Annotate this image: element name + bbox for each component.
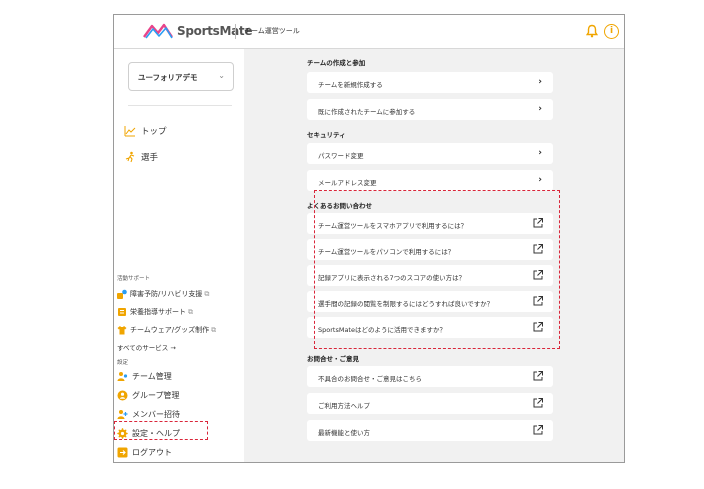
team-selector-value: ユーフォリアデモ	[138, 73, 198, 82]
external-link-icon: ⧉	[188, 307, 193, 316]
top-bar: SportsMate チーム運営ツール i	[114, 15, 624, 49]
contact-row[interactable]: ご利用方法ヘルプ	[307, 393, 553, 414]
chart-icon	[124, 126, 136, 137]
sidebar-item-top[interactable]: トップ	[124, 125, 167, 137]
sidebar-item-team-management[interactable]: チーム管理	[117, 371, 172, 382]
sidebar-item-players[interactable]: 選手	[124, 151, 158, 163]
group-icon	[117, 390, 128, 401]
row-label: メールアドレス変更	[318, 179, 377, 187]
sidebar-item-group-management[interactable]: グループ管理	[117, 390, 180, 401]
sidebar-item-label: ログアウト	[132, 448, 172, 457]
all-services-link[interactable]: すべてのサービス →	[117, 342, 176, 352]
sidebar-item-label: 障害予防/リハビリ支援	[130, 290, 203, 298]
sidebar-item-label: 選手	[141, 153, 159, 163]
logout-icon	[117, 447, 128, 458]
password-change-row[interactable]: パスワード変更 ›	[307, 143, 553, 164]
contact-row[interactable]: 不具合のお問合せ・ご意見はこちら	[307, 366, 553, 387]
sidebar-item-label: メンバー招待	[132, 410, 180, 419]
nutrition-icon	[118, 308, 126, 316]
invite-icon	[117, 410, 128, 419]
external-link-icon: ⧉	[204, 289, 210, 298]
external-link-icon	[533, 425, 543, 435]
row-label: チームを新規作成する	[318, 81, 383, 89]
sidebar-item-teamwear[interactable]: チームウェア/グッズ制作 ⧉	[117, 325, 216, 335]
app-name: チーム運営ツール	[244, 27, 300, 35]
team-selector[interactable]: ユーフォリアデモ ⌄	[128, 62, 234, 91]
settings-help-highlight-box	[114, 421, 208, 440]
external-link-icon: ⧉	[211, 325, 217, 334]
create-team-row[interactable]: チームを新規作成する ›	[307, 72, 553, 93]
row-label: 不具合のお問合せ・ご意見はこちら	[318, 375, 422, 383]
contact-row[interactable]: 最新機能と使い方	[307, 420, 553, 441]
sidebar-item-logout[interactable]: ログアウト	[117, 447, 172, 458]
shirt-icon	[117, 326, 127, 335]
sidebar-divider	[128, 105, 232, 106]
chevron-down-icon: ⌄	[218, 71, 225, 80]
row-label: パスワード変更	[318, 152, 364, 160]
sidebar-item-label: グループ管理	[132, 391, 180, 400]
sidebar-item-label: チームウェア/グッズ制作	[130, 326, 210, 334]
sidebar-item-label: 栄養指導サポート	[130, 308, 186, 316]
faq-highlight-box	[314, 190, 560, 349]
logo-icon	[143, 23, 173, 39]
email-change-row[interactable]: メールアドレス変更 ›	[307, 170, 553, 191]
external-link-icon	[533, 398, 543, 408]
sidebar-item-label: トップ	[141, 127, 167, 137]
support-heading: 活動サポート	[117, 276, 151, 282]
chevron-right-icon: ›	[538, 148, 542, 158]
settings-heading: 設定	[117, 360, 129, 366]
rehab-icon	[117, 289, 127, 299]
team-icon	[117, 372, 128, 381]
chevron-right-icon: ›	[538, 77, 542, 87]
row-label: ご利用方法ヘルプ	[318, 402, 370, 410]
sidebar-item-invite[interactable]: メンバー招待	[117, 409, 180, 420]
chevron-right-icon: ›	[538, 104, 542, 114]
sidebar-item-rehab[interactable]: 障害予防/リハビリ支援 ⧉	[117, 289, 209, 299]
runner-icon	[125, 151, 135, 163]
logo-text: SportsMate	[177, 24, 253, 38]
chevron-right-icon: ›	[538, 175, 542, 185]
row-label: 既に作成されたチームに参加する	[318, 108, 416, 116]
bell-icon[interactable]	[584, 23, 600, 39]
header-divider	[235, 24, 236, 39]
sidebar-item-label: チーム管理	[132, 372, 172, 381]
info-icon[interactable]: i	[604, 24, 619, 39]
contact-section-heading: お問合せ・ご意見	[307, 355, 359, 363]
external-link-icon	[533, 371, 543, 381]
team-section-heading: チームの作成と参加	[307, 59, 366, 67]
row-label: 最新機能と使い方	[318, 429, 370, 437]
join-team-row[interactable]: 既に作成されたチームに参加する ›	[307, 99, 553, 120]
sidebar-item-nutrition[interactable]: 栄養指導サポート ⧉	[117, 307, 193, 317]
sidebar: ユーフォリアデモ ⌄ トップ 選手 活動サポート 障害予防/リハビリ支援 ⧉ 栄…	[114, 49, 244, 462]
security-section-heading: セキュリティ	[307, 131, 346, 139]
